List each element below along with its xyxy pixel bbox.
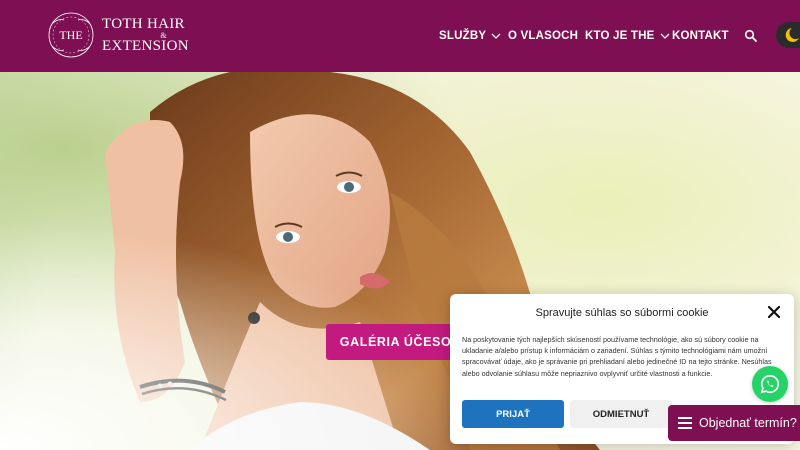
search-icon[interactable] — [744, 29, 758, 43]
site-header: THE TOTH HAIR & EXTENSION SLUŽBY O VLASO… — [0, 0, 800, 72]
cookie-description: Na poskytovanie tých najlepších skúsenos… — [462, 335, 772, 378]
moon-icon — [785, 28, 799, 42]
nav-label-kto-je-the: KTO JE THE — [585, 30, 655, 42]
book-appointment-label: Objednať termín? — [699, 416, 797, 430]
site-logo[interactable]: THE TOTH HAIR & EXTENSION — [46, 10, 189, 60]
nav-label-sluzby: SLUŽBY — [439, 30, 487, 42]
chevron-down-icon — [660, 33, 669, 39]
nav-item-sluzby[interactable]: SLUŽBY — [439, 30, 501, 42]
close-icon[interactable] — [768, 306, 780, 318]
logo-line-1: TOTH HAIR — [102, 15, 185, 32]
whatsapp-icon — [760, 374, 780, 394]
whatsapp-button[interactable] — [752, 366, 788, 402]
accept-cookies-button[interactable]: PRIJAŤ — [462, 400, 564, 428]
nav-label-o-vlasoch: O VLASOCH — [508, 30, 579, 42]
logo-emblem-icon: THE — [48, 12, 94, 58]
nav-item-kto-je-the[interactable]: KTO JE THE — [585, 30, 670, 42]
chevron-down-icon — [491, 33, 501, 39]
menu-icon — [678, 417, 692, 429]
cookie-title: Spravujte súhlas so súbormi cookie — [535, 307, 709, 319]
deny-cookies-button[interactable]: ODMIETNUŤ — [570, 400, 672, 428]
dark-mode-toggle[interactable] — [776, 22, 800, 48]
nav-label-kontakt: KONTAKT — [672, 30, 729, 42]
logo-line-2: EXTENSION — [102, 37, 189, 54]
logo-wordmark: TOTH HAIR & EXTENSION — [102, 15, 189, 54]
book-appointment-button[interactable]: Objednať termín? — [668, 405, 800, 441]
nav-item-o-vlasoch[interactable]: O VLASOCH — [508, 30, 578, 42]
nav-item-kontakt[interactable]: KONTAKT — [672, 30, 729, 42]
logo-monogram: THE — [59, 28, 82, 42]
